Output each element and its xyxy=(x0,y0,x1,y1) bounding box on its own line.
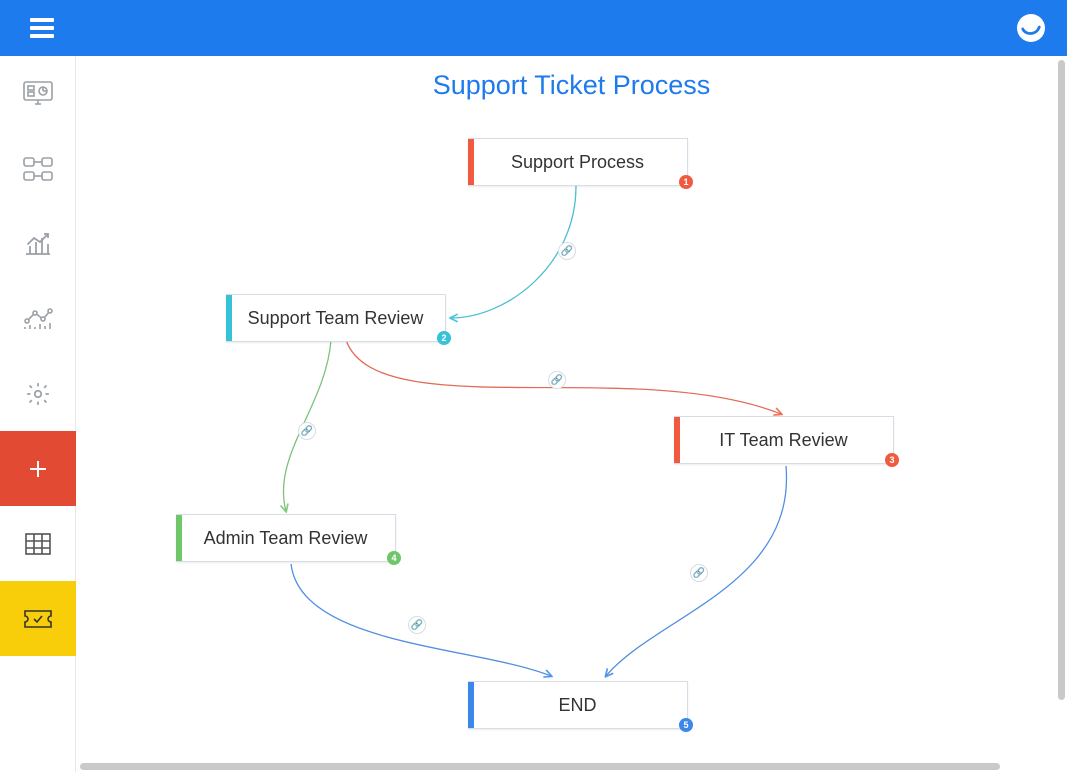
dashboard-icon xyxy=(23,81,53,107)
page-title: Support Ticket Process xyxy=(76,70,1067,101)
ticket-icon xyxy=(23,609,53,629)
node-badge: 2 xyxy=(437,331,451,345)
grid-icon xyxy=(25,533,51,555)
node-badge: 3 xyxy=(885,453,899,467)
link-icon: 🔗 xyxy=(690,564,708,582)
node-label: Admin Team Review xyxy=(190,528,381,549)
node-it-team-review[interactable]: IT Team Review 3 xyxy=(674,416,894,464)
add-icon xyxy=(28,459,48,479)
menu-toggle-button[interactable] xyxy=(30,18,54,38)
sidebar-item-ticket[interactable] xyxy=(0,581,76,656)
node-badge: 1 xyxy=(679,175,693,189)
node-label: Support Process xyxy=(482,152,673,173)
node-label: Support Team Review xyxy=(240,308,431,329)
node-label: IT Team Review xyxy=(688,430,879,451)
link-icon: 🔗 xyxy=(298,422,316,440)
node-badge: 4 xyxy=(387,551,401,565)
node-badge: 5 xyxy=(679,718,693,732)
horizontal-scrollbar[interactable] xyxy=(80,763,1058,770)
sidebar-item-add[interactable] xyxy=(0,431,76,506)
sidebar-item-analytics[interactable] xyxy=(0,281,76,356)
top-bar xyxy=(0,0,1067,56)
reports-icon xyxy=(24,232,52,256)
link-icon: 🔗 xyxy=(408,616,426,634)
node-support-process[interactable]: Support Process 1 xyxy=(468,138,688,186)
sidebar-item-grid[interactable] xyxy=(0,506,76,581)
sidebar-item-dashboard[interactable] xyxy=(0,56,76,131)
node-support-team-review[interactable]: Support Team Review 2 xyxy=(226,294,446,342)
link-icon: 🔗 xyxy=(548,371,566,389)
link-icon: 🔗 xyxy=(558,242,576,260)
sidebar-item-reports[interactable] xyxy=(0,206,76,281)
node-admin-team-review[interactable]: Admin Team Review 4 xyxy=(176,514,396,562)
sidebar-item-settings[interactable] xyxy=(0,356,76,431)
relations-icon xyxy=(23,157,53,181)
vertical-scrollbar[interactable] xyxy=(1058,60,1065,766)
app-logo xyxy=(1017,14,1045,42)
analytics-icon xyxy=(23,307,53,331)
sidebar-item-relations[interactable] xyxy=(0,131,76,206)
node-label: END xyxy=(482,695,673,716)
settings-icon xyxy=(25,381,51,407)
process-canvas[interactable]: Support Ticket Process xyxy=(76,56,1067,772)
node-end[interactable]: END 5 xyxy=(468,681,688,729)
sidebar xyxy=(0,56,76,772)
